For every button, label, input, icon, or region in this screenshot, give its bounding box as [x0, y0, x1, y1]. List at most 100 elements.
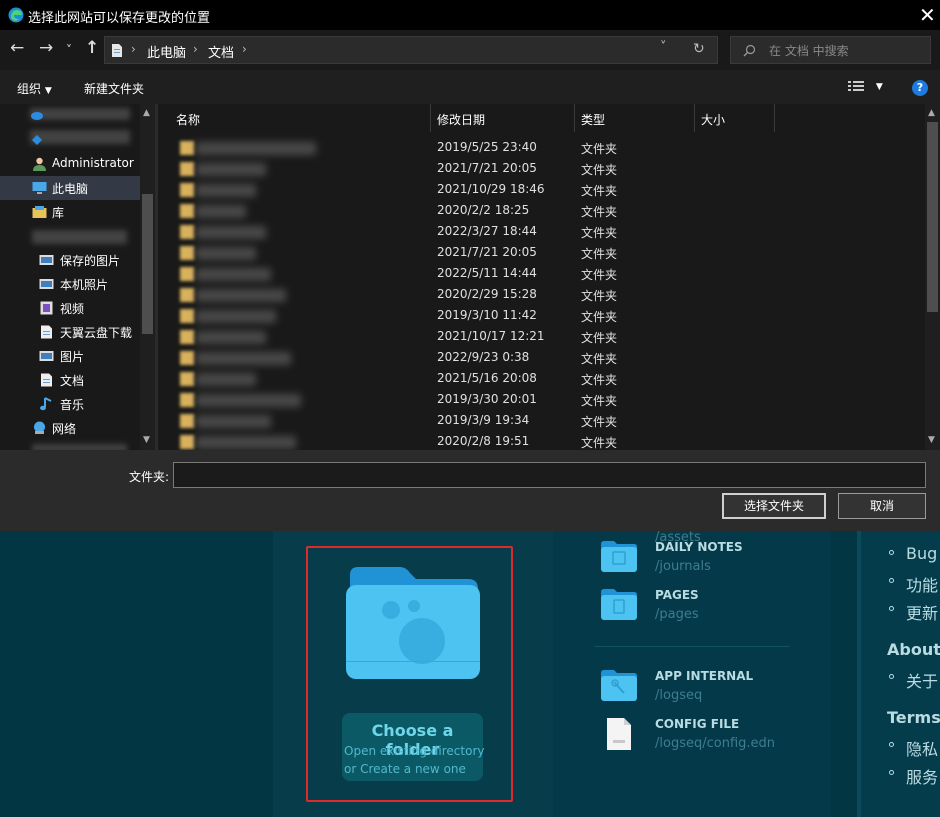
tree-item-documents[interactable]: 文档 [0, 368, 140, 392]
bullet [889, 550, 894, 555]
table-row[interactable]: 2019/5/25 23:40 文件夹 [158, 138, 925, 159]
dir-path: /journals [655, 559, 711, 574]
tree-item-network[interactable]: 网络 [0, 416, 140, 440]
row-type: 文件夹 [581, 310, 618, 324]
select-folder-button[interactable]: 选择文件夹 [722, 493, 826, 519]
pictures-icon [39, 351, 54, 361]
network-icon [34, 421, 45, 434]
table-row[interactable]: 2021/7/21 20:05 文件夹 [158, 243, 925, 264]
file-icon [607, 718, 631, 750]
breadcrumb-separator: › [131, 42, 136, 56]
row-modified-date: 2022/3/27 18:44 [437, 224, 537, 238]
forward-button[interactable]: → [39, 38, 53, 58]
address-bar[interactable]: › 此电脑 › 文档 › ˅ ↻ [104, 36, 718, 64]
up-button[interactable]: ↑ [85, 38, 99, 58]
breadcrumb-documents[interactable]: 文档 [208, 42, 234, 61]
table-row[interactable]: 2019/3/30 20:01 文件夹 [158, 390, 925, 411]
folder-picker-dialog: 选择此网站可以保存更改的位置 ✕ ← → ˅ ↑ › 此电脑 › 文档 › ˅ … [0, 0, 940, 531]
refresh-button[interactable]: ↻ [693, 41, 705, 57]
table-row[interactable]: 2021/10/29 18:46 文件夹 [158, 180, 925, 201]
about-heading: About [887, 640, 940, 659]
tree-item-administrator[interactable]: Administrator [0, 152, 140, 176]
scroll-down-icon[interactable]: ▼ [143, 435, 150, 445]
tree-scrollbar[interactable]: ▲ ▼ [140, 104, 155, 450]
column-header-modified[interactable]: 修改日期 [431, 104, 575, 132]
folder-icon [180, 414, 194, 428]
sort-ascending-icon: ^ [296, 104, 304, 111]
dialog-title: 选择此网站可以保存更改的位置 [28, 11, 211, 26]
scrollbar-thumb[interactable] [927, 122, 938, 312]
table-row[interactable]: 2022/5/11 14:44 文件夹 [158, 264, 925, 285]
row-type: 文件夹 [581, 142, 618, 156]
folder-icon [180, 204, 194, 218]
link-update[interactable]: 更新 [906, 600, 938, 624]
choose-folder-button[interactable]: Choose a folder Open existing directory … [342, 713, 484, 781]
divider [594, 646, 790, 647]
folder-input[interactable] [173, 462, 926, 488]
bullet [889, 770, 894, 775]
row-modified-date: 2019/3/10 11:42 [437, 308, 537, 322]
new-folder-button[interactable]: 新建文件夹 [84, 80, 144, 97]
link-about[interactable]: 关于 [906, 668, 938, 692]
recent-locations-button[interactable]: ˅ [66, 43, 72, 57]
folder-icon [180, 162, 194, 176]
tree-item-pictures[interactable]: 图片 [0, 344, 140, 368]
table-row[interactable]: 2020/2/8 19:51 文件夹 [158, 432, 925, 450]
tree-item-saved-pictures[interactable]: 保存的图片 [0, 248, 140, 272]
dir-name: DAILY NOTES [655, 540, 743, 554]
table-row[interactable]: 2021/7/21 20:05 文件夹 [158, 159, 925, 180]
calendar-folder-icon [601, 541, 637, 572]
tree-item-music[interactable]: 音乐 [0, 392, 140, 416]
column-header-name[interactable]: 名称 ^ [170, 104, 431, 132]
column-header-size[interactable]: 大小 [695, 104, 775, 132]
bullet [889, 742, 894, 747]
organize-menu[interactable]: 组织 ▼ [17, 80, 52, 97]
tree-item-library[interactable]: 库 [0, 200, 140, 224]
row-modified-date: 2021/7/21 20:05 [437, 245, 537, 259]
row-type: 文件夹 [581, 373, 618, 387]
folder-icon[interactable] [344, 565, 480, 681]
folder-icon [180, 393, 194, 407]
close-button[interactable]: ✕ [919, 3, 936, 27]
scroll-down-icon[interactable]: ▼ [928, 435, 935, 445]
table-row[interactable]: 2020/2/2 18:25 文件夹 [158, 201, 925, 222]
document-icon [112, 44, 122, 57]
column-header-type[interactable]: 类型 [575, 104, 695, 132]
table-row[interactable]: 2022/3/27 18:44 文件夹 [158, 222, 925, 243]
scroll-up-icon[interactable]: ▲ [928, 108, 935, 118]
folder-icon [180, 246, 194, 260]
scroll-up-icon[interactable]: ▲ [143, 108, 150, 118]
scrollbar-thumb[interactable] [142, 194, 153, 334]
search-field[interactable]: 在 文档 中搜索 [730, 36, 931, 64]
table-row[interactable]: 2019/3/10 11:42 文件夹 [158, 306, 925, 327]
tree-item-videos[interactable]: 视频 [0, 296, 140, 320]
folder-icon [180, 267, 194, 281]
table-row[interactable]: 2021/10/17 12:21 文件夹 [158, 327, 925, 348]
help-button[interactable]: ? [912, 80, 928, 96]
tree-item-local-photos[interactable]: 本机照片 [0, 272, 140, 296]
table-row[interactable]: 2020/2/29 15:28 文件夹 [158, 285, 925, 306]
cancel-button[interactable]: 取消 [838, 493, 926, 519]
folder-icon [180, 330, 194, 344]
breadcrumb-this-pc[interactable]: 此电脑 [147, 42, 186, 61]
user-icon [33, 157, 46, 171]
redacted-file-name [196, 226, 266, 239]
tree-item-this-pc[interactable]: 此电脑 [0, 176, 140, 200]
link-service[interactable]: 服务 [906, 764, 938, 788]
row-type: 文件夹 [581, 352, 618, 366]
row-type: 文件夹 [581, 415, 618, 429]
address-dropdown-button[interactable]: ˅ [660, 40, 667, 55]
folder-icon [180, 372, 194, 386]
view-options-button[interactable]: ▼ [848, 78, 883, 92]
back-button[interactable]: ← [10, 38, 24, 58]
link-feature[interactable]: 功能 [906, 572, 938, 596]
table-row[interactable]: 2021/5/16 20:08 文件夹 [158, 369, 925, 390]
folder-icon [180, 309, 194, 323]
row-type: 文件夹 [581, 184, 618, 198]
file-list-scrollbar[interactable]: ▲ ▼ [925, 104, 940, 450]
table-row[interactable]: 2019/3/9 19:34 文件夹 [158, 411, 925, 432]
link-bug[interactable]: Bug [906, 544, 937, 563]
link-privacy[interactable]: 隐私 [906, 736, 938, 760]
tree-item-cloud-downloads[interactable]: 天翼云盘下载 [0, 320, 140, 344]
table-row[interactable]: 2022/9/23 0:38 文件夹 [158, 348, 925, 369]
